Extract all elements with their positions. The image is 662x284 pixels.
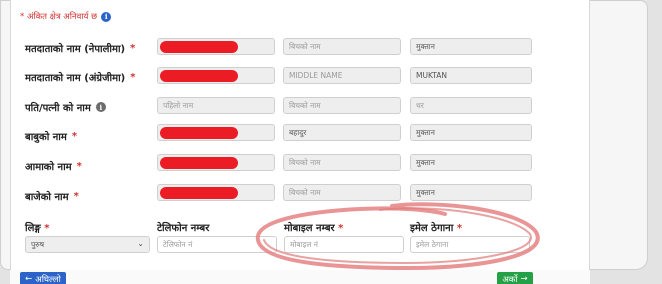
redaction-mark: [160, 70, 238, 82]
phone-input[interactable]: टेलिफोन नं: [157, 236, 277, 253]
middle-name-input[interactable]: बिचको नाम: [283, 97, 401, 114]
label-voter-name-english: मतदाताको नाम (अंग्रेजीमा) *: [25, 71, 136, 85]
row-spouse-name: पति/पत्नी को नाम i पहिलो नाम बिचको नाम थ…: [0, 97, 600, 115]
label-mother-name: आमाको नाम *: [25, 160, 82, 174]
arrow-left-icon: ←: [25, 274, 33, 284]
gender-select[interactable]: पुरुष ⌄: [25, 236, 150, 253]
info-icon[interactable]: i: [95, 102, 106, 112]
label-voter-name-nepali: मतदाताको नाम (नेपालीमा) *: [25, 42, 136, 56]
last-name-input[interactable]: मुक्तान: [410, 154, 532, 171]
next-button[interactable]: अर्को →: [497, 272, 533, 284]
required-note-text: * अंकित क्षेत्र अनिवार्य छ: [20, 12, 98, 22]
row-father-name: बाबुको नाम * बहादुर मुक्तान: [0, 124, 600, 144]
last-name-input[interactable]: मुक्तान: [410, 124, 532, 141]
email-label: इमेल ठेगाना *: [410, 223, 463, 234]
mobile-input[interactable]: मोबाइल नं: [284, 236, 404, 253]
label-grandfather-name: बाजेको नाम *: [25, 190, 79, 204]
middle-name-input[interactable]: बहादुर: [283, 124, 401, 141]
first-name-input[interactable]: पहिलो नाम: [157, 97, 275, 114]
phone-label: टेलिफोन नम्बर: [157, 223, 210, 234]
label-spouse-name: पति/पत्नी को नाम i: [25, 100, 106, 114]
middle-name-input[interactable]: बिचको नाम: [283, 154, 401, 171]
mobile-label: मोबाइल नम्बर *: [284, 223, 344, 234]
label-father-name: बाबुको नाम *: [25, 130, 78, 144]
last-name-input[interactable]: MUKTAN: [410, 67, 532, 84]
middle-name-input[interactable]: MIDDLE NAME: [283, 67, 401, 84]
row-voter-name-nepali: मतदाताको नाम (नेपालीमा) * बिचको नाम मुक्…: [0, 38, 600, 56]
info-icon[interactable]: i: [101, 11, 112, 22]
first-name-input[interactable]: [157, 184, 275, 201]
redaction-mark: [160, 157, 238, 169]
first-name-input[interactable]: [157, 154, 275, 171]
first-name-input[interactable]: [157, 38, 275, 55]
required-note: * अंकित क्षेत्र अनिवार्य छ i: [20, 11, 112, 22]
previous-button[interactable]: ← अघिल्लो: [20, 272, 66, 284]
row-grandfather-name: बाजेको नाम * बिचको नाम मुक्तान: [0, 184, 600, 204]
redaction-mark: [160, 127, 238, 139]
gender-label: लिङ्ग *: [25, 223, 50, 234]
redaction-mark: [160, 41, 238, 53]
last-name-input[interactable]: थर: [410, 97, 532, 114]
first-name-input[interactable]: [157, 67, 275, 84]
redaction-mark: [160, 187, 238, 199]
middle-name-input[interactable]: बिचको नाम: [283, 184, 401, 201]
last-name-input[interactable]: मुक्तान: [410, 184, 532, 201]
row-mother-name: आमाको नाम * बिचको नाम मुक्तान: [0, 154, 600, 174]
email-input[interactable]: इमेल ठेगाना: [410, 236, 530, 253]
last-name-input[interactable]: मुक्तान: [410, 38, 532, 55]
middle-name-input[interactable]: बिचको नाम: [283, 38, 401, 55]
arrow-right-icon: →: [520, 274, 528, 284]
row-voter-name-english: मतदाताको नाम (अंग्रेजीमा) * MIDDLE NAME …: [0, 67, 600, 85]
chevron-down-icon: ⌄: [137, 239, 144, 248]
first-name-input[interactable]: [157, 124, 275, 141]
